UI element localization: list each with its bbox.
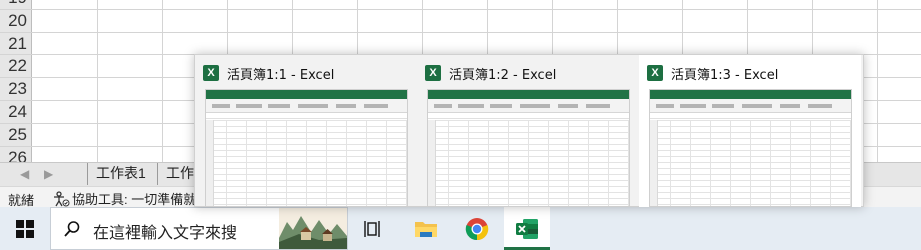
window-title: 活頁簿1:1 - Excel [227,67,335,83]
search-placeholder: 在這裡輸入文字來搜 [93,223,238,242]
window-preview[interactable] [427,89,630,207]
sheet-row[interactable]: 20 [0,9,921,33]
excel-icon: X [647,65,663,81]
windows-logo-icon [16,219,34,238]
row-header[interactable]: 21 [0,32,32,55]
sheet-row[interactable]: 21 [0,32,921,56]
prev-sheet-icon[interactable]: ◀ [20,167,29,181]
window-thumbnail[interactable]: X 活頁簿1:2 - Excel [417,55,639,207]
task-view-button[interactable] [350,207,396,250]
task-view-icon [364,220,380,237]
sheet-row[interactable]: 19 [0,0,921,10]
search-highlight-illustration[interactable] [279,208,347,249]
excel-icon: X [425,65,441,81]
window-thumbnail[interactable]: X 活頁簿1:1 - Excel [195,55,417,207]
excel-taskbar-button[interactable] [504,207,550,250]
window-thumbnail-hovered[interactable]: X 活頁簿1:3 - Excel [639,55,861,207]
window-title: 活頁簿1:3 - Excel [671,67,779,83]
excel-icon [516,218,538,239]
search-icon [64,221,80,237]
row-header[interactable]: 24 [0,101,32,123]
accessibility-status[interactable]: 協助工具: 一切準備就緒 [52,189,209,208]
file-explorer-button[interactable] [403,207,449,250]
chrome-icon [465,217,489,240]
taskbar-search-box[interactable]: 在這裡輸入文字來搜 [50,207,348,250]
next-sheet-icon[interactable]: ▶ [44,167,53,181]
taskbar-thumbnail-flyout: X 活頁簿1:1 - Excel X 活頁簿1:2 - Excel X 活頁簿1… [194,54,864,207]
accessibility-icon [54,190,70,206]
chrome-button[interactable] [454,207,500,250]
windows-taskbar: 在這裡輸入文字來搜 [0,207,921,250]
row-header[interactable]: 20 [0,9,32,32]
excel-icon: X [203,65,219,81]
row-header[interactable]: 22 [0,55,32,78]
accessibility-label: 協助工具: 一切準備就緒 [72,192,210,207]
row-header[interactable]: 25 [0,123,32,146]
start-button[interactable] [0,207,50,250]
row-header[interactable]: 23 [0,78,32,100]
window-preview[interactable] [649,89,852,207]
row-header[interactable]: 19 [0,0,32,9]
row-header[interactable]: 26 [0,146,32,162]
window-title: 活頁簿1:2 - Excel [449,67,557,83]
window-preview[interactable] [205,89,408,207]
sheet-tab[interactable]: 工作表1 [87,163,154,185]
folder-icon [415,221,437,237]
